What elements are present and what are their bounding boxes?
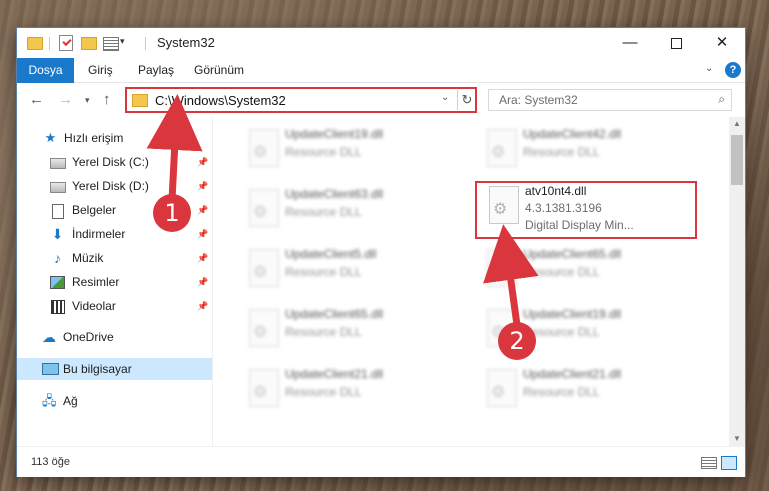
step-badge-1: 1 <box>153 194 191 232</box>
annotation-arrows <box>146 94 539 326</box>
step-badge-2: 2 <box>498 322 536 360</box>
arrow-1-icon <box>146 94 203 201</box>
arrow-2-icon <box>483 224 539 326</box>
